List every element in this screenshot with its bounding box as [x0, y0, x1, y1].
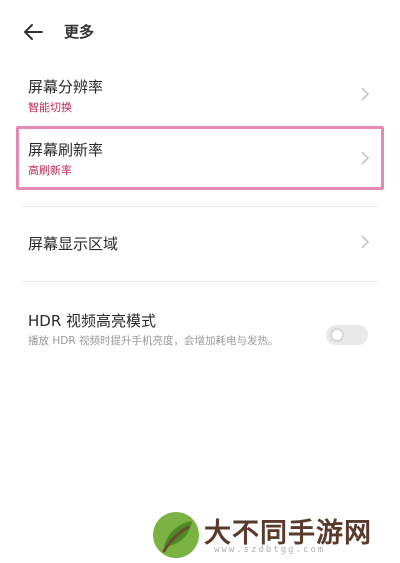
leaf-logo-icon [153, 512, 199, 558]
divider [22, 281, 378, 282]
watermark: 大不同手游网 www.szdbtgg.com [150, 505, 395, 563]
setting-value: 高刷新率 [28, 164, 72, 177]
hdr-setting-description: 播放 HDR 视频时提升手机亮度，会增加耗电与发热。 [28, 335, 279, 347]
page-title: 更多 [64, 23, 95, 41]
hdr-toggle-switch[interactable] [326, 325, 368, 345]
chevron-right-icon [361, 235, 370, 249]
top-bar: 更多 [0, 0, 400, 64]
setting-title: 屏幕显示区域 [28, 235, 119, 253]
setting-title: 屏幕分辨率 [28, 78, 104, 96]
setting-value: 智能切换 [28, 101, 72, 114]
divider [22, 206, 378, 207]
setting-refresh-rate[interactable]: 屏幕刷新率 高刷新率 [0, 130, 400, 186]
watermark-url: www.szdbtgg.com [214, 545, 326, 555]
setting-screen-resolution[interactable]: 屏幕分辨率 智能切换 [0, 66, 400, 122]
setting-display-area[interactable]: 屏幕显示区域 [0, 212, 400, 272]
setting-title: 屏幕刷新率 [28, 141, 104, 159]
arrow-left-icon[interactable] [22, 22, 44, 42]
chevron-right-icon [361, 87, 370, 101]
chevron-right-icon [361, 151, 370, 165]
toggle-knob [330, 328, 344, 342]
hdr-setting-title: HDR 视频高亮模式 [28, 312, 157, 330]
